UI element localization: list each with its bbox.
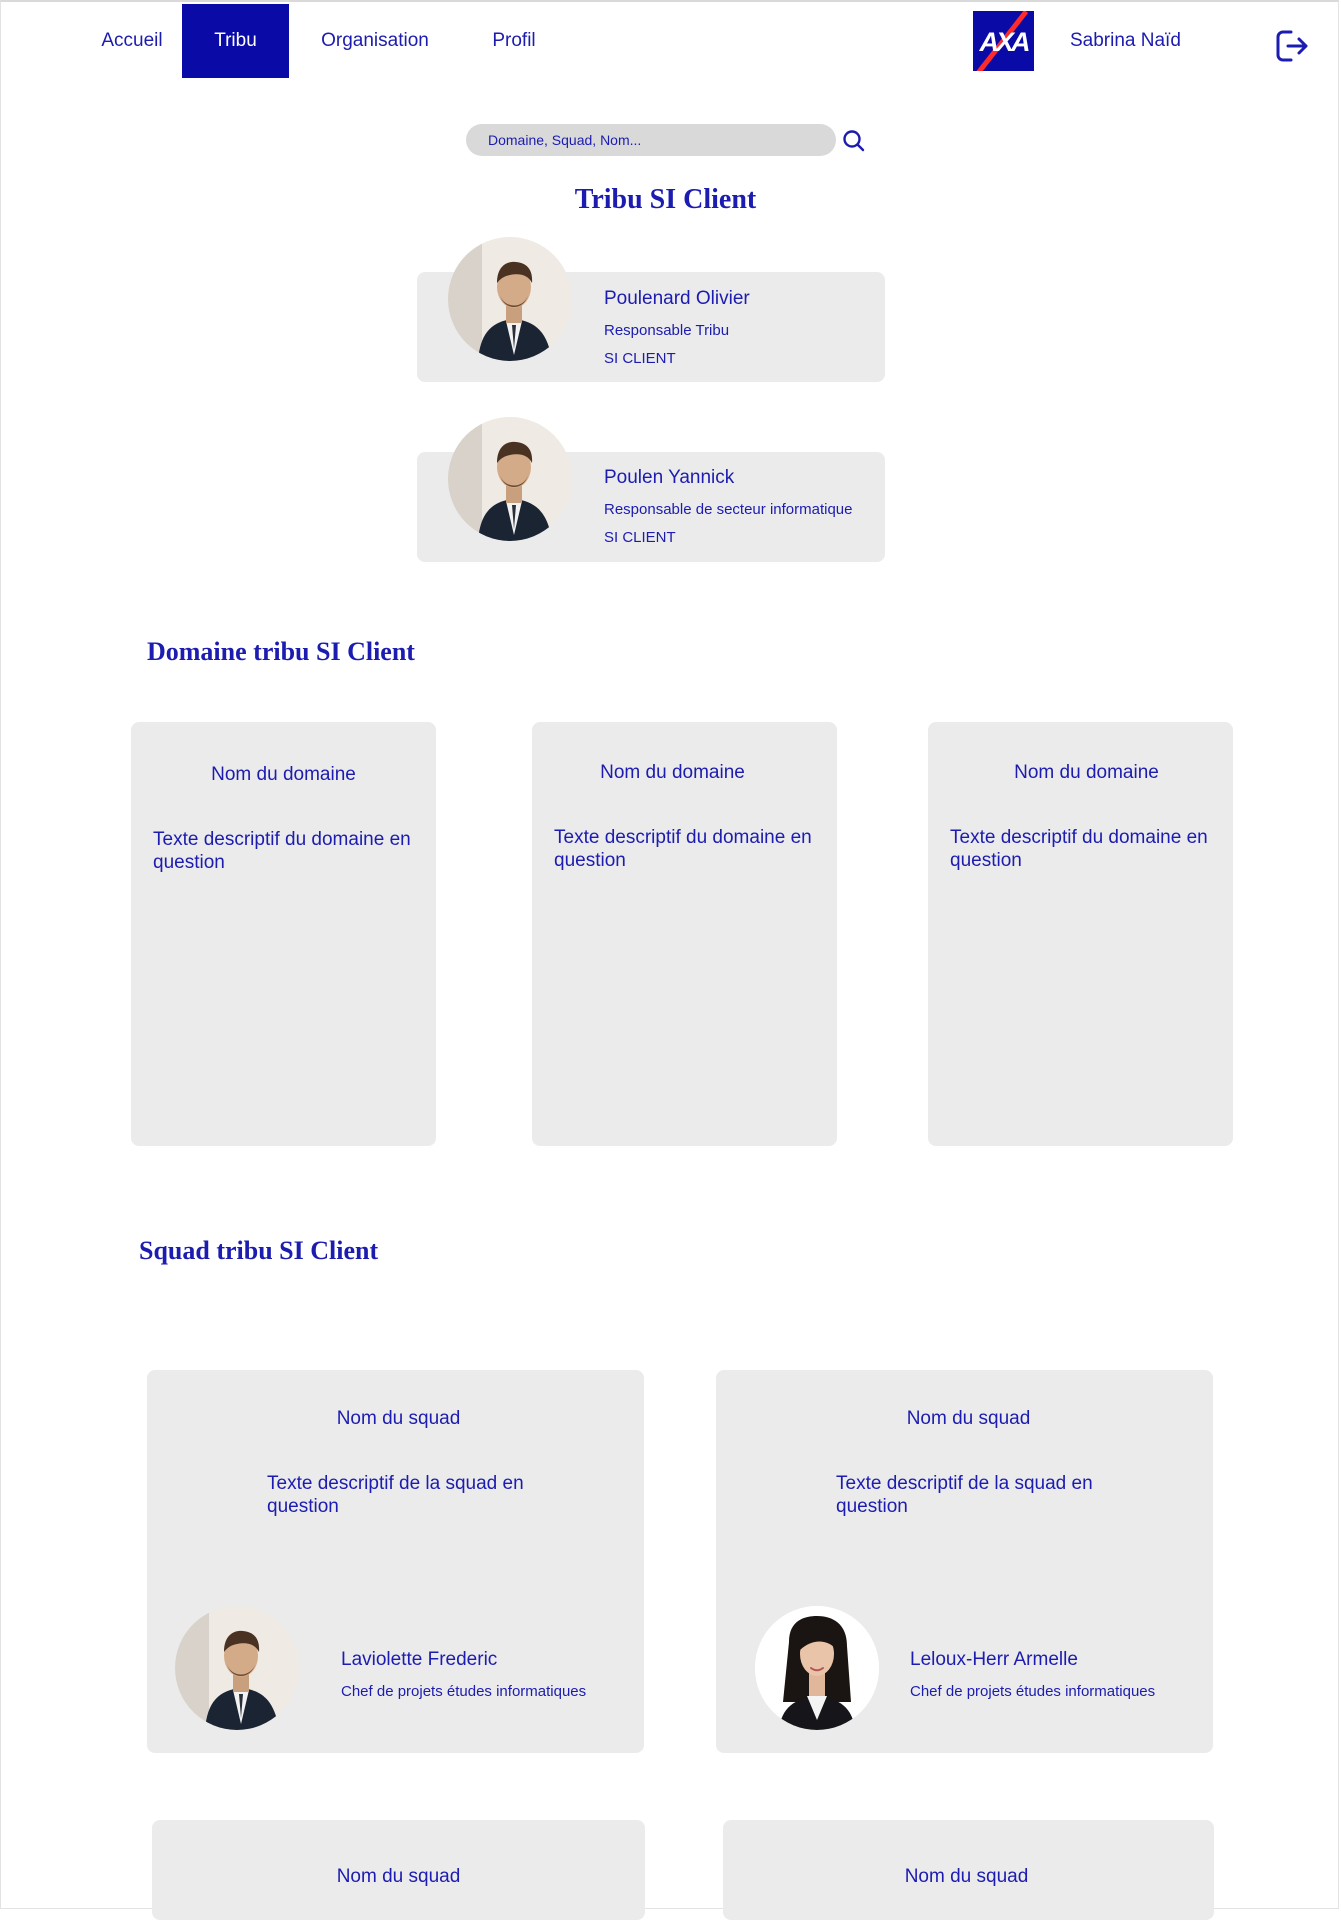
leader-team: SI CLIENT xyxy=(604,529,676,546)
axa-logo[interactable]: AXA xyxy=(973,11,1034,71)
squad-card[interactable]: Nom du squad Texte descriptif de la squa… xyxy=(716,1370,1213,1753)
domain-name: Nom du domaine xyxy=(1014,762,1159,783)
search-input[interactable] xyxy=(466,124,836,156)
logo-mark: AXA xyxy=(979,27,1030,57)
domain-name: Nom du domaine xyxy=(600,762,745,783)
squad-description: Texte descriptif de la squad en question xyxy=(267,1473,524,1517)
squad-name: Nom du squad xyxy=(906,1408,1031,1429)
squad-lead-role: Chef de projets études informatiques xyxy=(910,1683,1156,1700)
domain-name: Nom du domaine xyxy=(211,764,356,785)
squad-card[interactable]: Nom du squad xyxy=(152,1820,645,1920)
nav-item-accueil[interactable]: Accueil xyxy=(86,4,178,78)
leader-name: Poulen Yannick xyxy=(604,467,735,488)
domain-description: Texte descriptif du domaine en question xyxy=(950,827,1208,871)
squad-lead-avatar xyxy=(755,1606,879,1730)
domain-card[interactable]: Nom du domaine Texte descriptif du domai… xyxy=(928,722,1233,1146)
leader-avatar xyxy=(448,417,572,541)
search-icon[interactable] xyxy=(842,129,866,153)
domain-description: Texte descriptif du domaine en question xyxy=(554,827,812,871)
domain-card[interactable]: Nom du domaine Texte descriptif du domai… xyxy=(532,722,837,1146)
tribe-title: Tribu SI Client xyxy=(574,184,757,215)
squad-name: Nom du squad xyxy=(336,1408,461,1429)
man-portrait-icon xyxy=(175,1606,299,1730)
squad-card[interactable]: Nom du squad xyxy=(723,1820,1214,1920)
leader-role: Responsable de secteur informatique xyxy=(604,501,853,518)
squad-lead-role: Chef de projets études informatiques xyxy=(341,1683,587,1700)
squad-card[interactable]: Nom du squad Texte descriptif de la squa… xyxy=(147,1370,644,1753)
logout-icon[interactable] xyxy=(1275,28,1309,64)
man-portrait-icon xyxy=(448,417,572,541)
squad-name: Nom du squad xyxy=(336,1866,461,1887)
squad-lead-avatar xyxy=(175,1606,299,1730)
leader-avatar xyxy=(448,237,572,361)
nav-item-tribu[interactable]: Tribu xyxy=(182,4,289,78)
woman-portrait-icon xyxy=(755,1606,879,1730)
squads-title: Squad tribu SI Client xyxy=(139,1236,379,1265)
domain-card[interactable]: Nom du domaine Texte descriptif du domai… xyxy=(131,722,436,1146)
nav-item-organisation[interactable]: Organisation xyxy=(306,4,444,78)
nav-item-profil[interactable]: Profil xyxy=(482,4,546,78)
leader-name: Poulenard Olivier xyxy=(604,288,750,309)
domain-description: Texte descriptif du domaine en question xyxy=(153,829,411,873)
squad-description: Texte descriptif de la squad en question xyxy=(836,1473,1093,1517)
squad-lead-name: Leloux-Herr Armelle xyxy=(910,1649,1078,1670)
leader-role: Responsable Tribu xyxy=(604,322,730,339)
squad-lead-name: Laviolette Frederic xyxy=(341,1649,498,1670)
leader-team: SI CLIENT xyxy=(604,350,676,367)
squad-name: Nom du squad xyxy=(904,1866,1029,1887)
domains-title: Domaine tribu SI Client xyxy=(147,637,415,666)
man-portrait-icon xyxy=(448,237,572,361)
user-name[interactable]: Sabrina Naïd xyxy=(1070,30,1181,52)
